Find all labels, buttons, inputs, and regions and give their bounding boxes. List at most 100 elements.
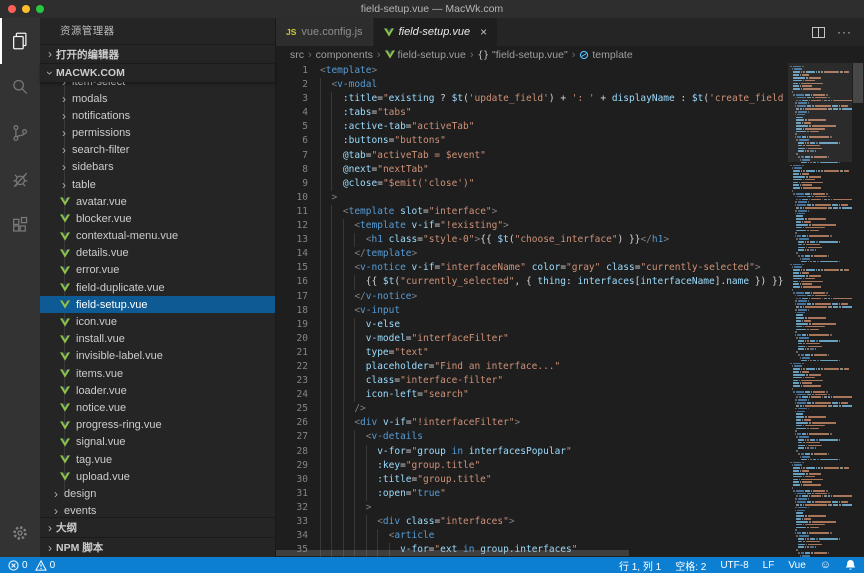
breadcrumb-item-components[interactable]: components (316, 49, 373, 61)
horizontal-scrollbar-thumb[interactable] (276, 550, 629, 556)
tree-item-permissions[interactable]: ›permissions (40, 124, 275, 141)
gear-icon[interactable] (0, 513, 40, 553)
vertical-scrollbar-thumb[interactable] (853, 63, 863, 103)
breadcrumb-item-field-setup.vue[interactable]: {}"field-setup.vue" (478, 49, 568, 61)
code-line-33[interactable]: 33<div class="interfaces"> (276, 515, 864, 529)
code-line-20[interactable]: 20v-model="interfaceFilter" (276, 332, 864, 346)
code-line-13[interactable]: 13<h1 class="style-0">{{ $t("choose_inte… (276, 233, 864, 247)
tree-item-notifications[interactable]: ›notifications (40, 107, 275, 124)
code-line-27[interactable]: 27<v-details (276, 430, 864, 444)
code-line-15[interactable]: 15<v-notice v-if="interfaceName" color="… (276, 261, 864, 275)
breadcrumb-item-field-setup.vue[interactable]: field-setup.vue (385, 49, 466, 61)
code-line-3[interactable]: 3:title="existing ? $t('update_field') +… (276, 92, 864, 106)
tab-vue.config.js[interactable]: JSvue.config.js (276, 18, 374, 46)
code-line-2[interactable]: 2<v-modal (276, 78, 864, 92)
tree-item-notice.vue[interactable]: notice.vue (40, 399, 275, 416)
code-text: <template slot="interface"> (308, 205, 864, 219)
code-line-19[interactable]: 19v-else (276, 318, 864, 332)
split-editor-icon[interactable] (812, 27, 825, 38)
open-editors-section[interactable]: › 打开的编辑器 (40, 44, 275, 63)
tree-item-upload.vue[interactable]: upload.vue (40, 468, 275, 485)
tree-item-events[interactable]: ›events (40, 503, 275, 518)
tree-item-signal.vue[interactable]: signal.vue (40, 434, 275, 451)
zoom-button[interactable] (36, 5, 44, 13)
feedback-smiley-icon[interactable]: ☺ (820, 560, 831, 571)
tree-item-field-duplicate.vue[interactable]: field-duplicate.vue (40, 279, 275, 296)
tree-item-details.vue[interactable]: details.vue (40, 245, 275, 262)
breadcrumb-item-src[interactable]: src (290, 49, 304, 61)
code-line-21[interactable]: 21type="text" (276, 346, 864, 360)
vue-file-icon (58, 352, 72, 361)
code-line-29[interactable]: 29:key="group.title" (276, 459, 864, 473)
tree-item-modals[interactable]: ›modals (40, 90, 275, 107)
code-line-30[interactable]: 30:title="group.title" (276, 473, 864, 487)
minimize-button[interactable] (22, 5, 30, 13)
code-line-1[interactable]: 1<template> (276, 64, 864, 78)
code-line-9[interactable]: 9@close="$emit('close')" (276, 177, 864, 191)
code-line-23[interactable]: 23class="interface-filter" (276, 374, 864, 388)
code-line-5[interactable]: 5:active-tab="activeTab" (276, 120, 864, 134)
code-line-24[interactable]: 24icon-left="search" (276, 388, 864, 402)
status-encoding[interactable]: UTF-8 (720, 560, 748, 571)
code-editor[interactable]: 1<template>2<v-modal3:title="existing ? … (276, 63, 864, 557)
tree-item-items.vue[interactable]: items.vue (40, 365, 275, 382)
tree-item-search-filter[interactable]: ›search-filter (40, 142, 275, 159)
close-button[interactable] (8, 5, 16, 13)
notifications-bell-icon[interactable] (845, 559, 856, 571)
tree-item-install.vue[interactable]: install.vue (40, 331, 275, 348)
code-line-34[interactable]: 34<article (276, 529, 864, 543)
tree-item-error.vue[interactable]: error.vue (40, 262, 275, 279)
code-line-11[interactable]: 11<template slot="interface"> (276, 205, 864, 219)
tree-item-invisible-label.vue[interactable]: invisible-label.vue (40, 348, 275, 365)
code-line-16[interactable]: 16{{ $t("currently_selected", { thing: i… (276, 275, 864, 289)
tree-item-loader.vue[interactable]: loader.vue (40, 382, 275, 399)
tree-item-item-select[interactable]: ›item-select (40, 82, 275, 90)
status-indentation[interactable]: 空格: 2 (675, 558, 706, 573)
more-actions-icon[interactable]: ··· (837, 25, 852, 39)
code-line-6[interactable]: 6:buttons="buttons" (276, 134, 864, 148)
code-line-8[interactable]: 8@next="nextTab" (276, 163, 864, 177)
project-section[interactable]: › MACWK.COM (40, 63, 275, 82)
problems-indicator[interactable]: 0 0 (8, 560, 55, 571)
activity-debug-icon[interactable] (0, 156, 40, 202)
code-line-18[interactable]: 18<v-input (276, 304, 864, 318)
status-cursor-position[interactable]: 行 1, 列 1 (619, 558, 661, 573)
activity-search-icon[interactable] (0, 64, 40, 110)
activity-source-control-icon[interactable] (0, 110, 40, 156)
status-eol[interactable]: LF (763, 560, 775, 571)
code-line-22[interactable]: 22placeholder="Find an interface..." (276, 360, 864, 374)
code-line-32[interactable]: 32> (276, 501, 864, 515)
code-line-10[interactable]: 10> (276, 191, 864, 205)
tree-item-icon.vue[interactable]: icon.vue (40, 313, 275, 330)
code-line-17[interactable]: 17</v-notice> (276, 290, 864, 304)
tree-item-progress-ring.vue[interactable]: progress-ring.vue (40, 417, 275, 434)
code-line-28[interactable]: 28v-for="group in interfacesPopular" (276, 445, 864, 459)
status-language-mode[interactable]: Vue (788, 560, 805, 571)
code-line-12[interactable]: 12<template v-if="!existing"> (276, 219, 864, 233)
activity-extensions-icon[interactable] (0, 202, 40, 248)
tree-item-contextual-menu.vue[interactable]: contextual-menu.vue (40, 228, 275, 245)
tab-field-setup.vue[interactable]: field-setup.vue× (374, 18, 499, 46)
vertical-scrollbar[interactable] (852, 63, 864, 557)
close-tab-icon[interactable]: × (480, 26, 487, 38)
code-line-31[interactable]: 31:open="true" (276, 487, 864, 501)
tree-item-blocker.vue[interactable]: blocker.vue (40, 210, 275, 227)
activity-explorer-icon[interactable] (0, 18, 40, 64)
code-line-25[interactable]: 25/> (276, 402, 864, 416)
npm-scripts-section[interactable]: › NPM 脚本 (40, 537, 275, 557)
tree-item-field-setup.vue[interactable]: field-setup.vue (40, 296, 275, 313)
tree-item-label: items.vue (76, 368, 123, 380)
minimap-slider[interactable] (788, 63, 852, 162)
minimap[interactable] (788, 63, 852, 557)
outline-section[interactable]: › 大纲 (40, 517, 275, 537)
code-line-7[interactable]: 7@tab="activeTab = $event" (276, 149, 864, 163)
tree-item-avatar.vue[interactable]: avatar.vue (40, 193, 275, 210)
tree-item-tag.vue[interactable]: tag.vue (40, 451, 275, 468)
tree-item-sidebars[interactable]: ›sidebars (40, 159, 275, 176)
breadcrumb-item-template[interactable]: template (579, 49, 632, 61)
tree-item-design[interactable]: ›design (40, 485, 275, 502)
code-line-26[interactable]: 26<div v-if="!interfaceFilter"> (276, 416, 864, 430)
tree-item-table[interactable]: ›table (40, 176, 275, 193)
code-line-4[interactable]: 4:tabs="tabs" (276, 106, 864, 120)
code-line-14[interactable]: 14</template> (276, 247, 864, 261)
